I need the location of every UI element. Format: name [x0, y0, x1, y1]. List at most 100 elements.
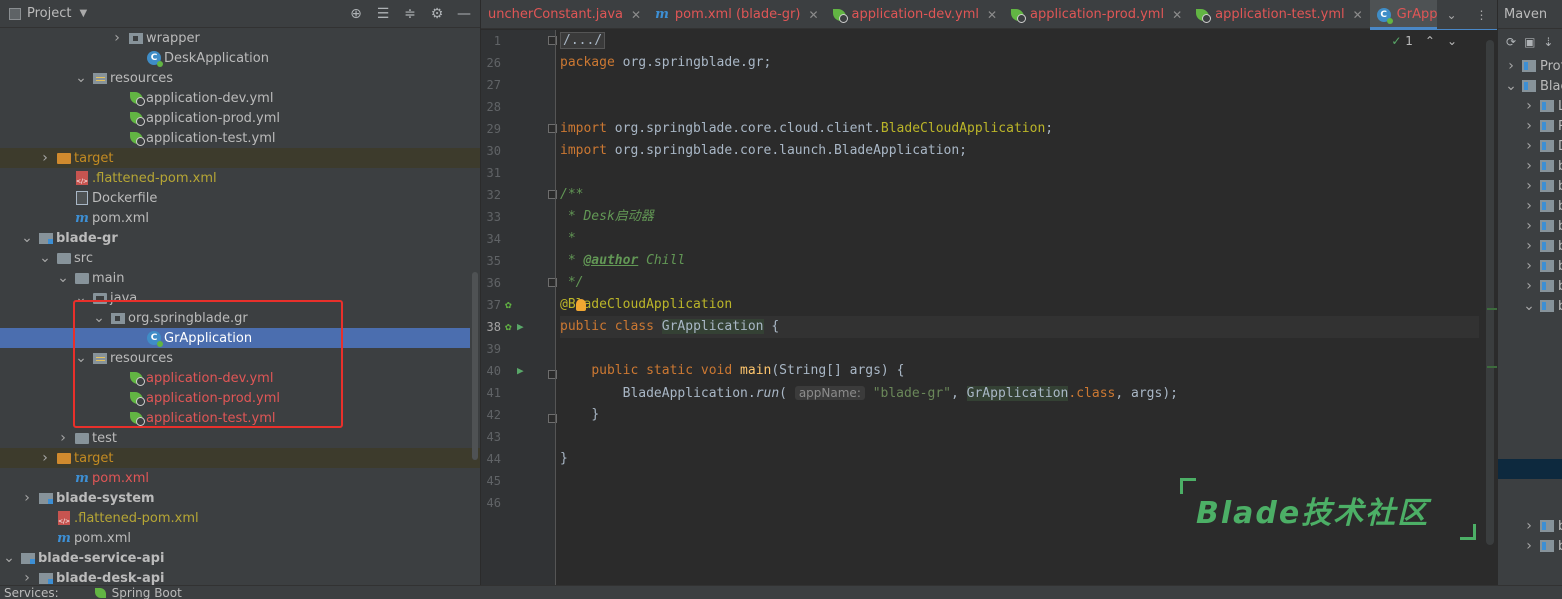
- chevron-down-icon[interactable]: ⌄: [1446, 8, 1456, 22]
- tree-item[interactable]: › blade-system: [0, 488, 470, 508]
- minimize-icon[interactable]: —: [456, 6, 472, 22]
- chevron-right-icon[interactable]: ›: [1522, 238, 1536, 254]
- tree-item[interactable]: m pom.xml: [0, 208, 470, 228]
- keyword: static: [646, 363, 694, 378]
- run-icon[interactable]: ▶: [517, 360, 524, 382]
- tree-scrollbar[interactable]: [472, 272, 478, 460]
- chevron-down-icon[interactable]: ⌄: [20, 230, 34, 246]
- tree-item[interactable]: Dockerfile: [0, 188, 470, 208]
- tree-item[interactable]: ⌄ blade-gr: [0, 228, 470, 248]
- maven-tree-item[interactable]: ›b: [1522, 156, 1562, 176]
- expand-all-icon[interactable]: ☰: [375, 6, 391, 22]
- chevron-right-icon[interactable]: ›: [56, 430, 70, 446]
- chevron-right-icon[interactable]: ›: [1504, 58, 1518, 74]
- tree-item-icon: [38, 490, 54, 506]
- download-icon[interactable]: ⇣: [1543, 35, 1553, 49]
- run-icon[interactable]: ▶: [517, 316, 524, 338]
- lightbulb-icon[interactable]: [576, 298, 587, 311]
- close-icon[interactable]: ✕: [1353, 8, 1363, 22]
- close-icon[interactable]: ✕: [808, 8, 818, 22]
- tabs-actions: ⌄ ⋮: [1437, 0, 1497, 29]
- chevron-down-icon[interactable]: ⌄: [1447, 34, 1457, 48]
- close-icon[interactable]: ✕: [1172, 8, 1182, 22]
- maven-tree-item[interactable]: ›b: [1522, 536, 1562, 556]
- chevron-right-icon[interactable]: ›: [1522, 118, 1536, 134]
- refresh-icon[interactable]: ⟳: [1506, 35, 1516, 49]
- editor-tab[interactable]: application-prod.yml ✕: [1004, 0, 1189, 29]
- spring-bean-icon[interactable]: ✿: [505, 294, 512, 316]
- tree-item[interactable]: › target: [0, 148, 480, 168]
- chevron-right-icon[interactable]: ›: [1522, 518, 1536, 534]
- editor-tab[interactable]: m pom.xml (blade-gr) ✕: [648, 0, 825, 29]
- tree-item[interactable]: application-dev.yml: [0, 88, 470, 108]
- chevron-right-icon[interactable]: ›: [110, 30, 124, 46]
- maven-tree-item[interactable]: ›b: [1522, 216, 1562, 236]
- maven-tree-item[interactable]: ›b: [1522, 176, 1562, 196]
- maven-tree-item[interactable]: ›b: [1522, 276, 1562, 296]
- chevron-right-icon[interactable]: ›: [1522, 198, 1536, 214]
- tree-item[interactable]: ⌄ src: [0, 248, 470, 268]
- editor-tab[interactable]: application-test.yml ✕: [1189, 0, 1370, 29]
- maven-tree-item[interactable]: ›b: [1522, 256, 1562, 276]
- chevron-right-icon[interactable]: ›: [1522, 538, 1536, 554]
- chevron-right-icon[interactable]: ›: [1522, 218, 1536, 234]
- tree-item[interactable]: › wrapper: [0, 28, 470, 48]
- maven-tree-item[interactable]: ›L: [1522, 96, 1562, 116]
- tree-item[interactable]: </> .flattened-pom.xml: [0, 168, 470, 188]
- chevron-down-icon[interactable]: ⌄: [1504, 78, 1518, 94]
- chevron-down-icon[interactable]: ⌄: [1522, 298, 1536, 314]
- tree-item[interactable]: C DeskApplication: [0, 48, 470, 68]
- maven-tree-item[interactable]: ›b: [1522, 516, 1562, 536]
- chevron-up-icon[interactable]: ⌃: [1425, 34, 1435, 48]
- chevron-right-icon[interactable]: ›: [20, 570, 34, 585]
- tree-item[interactable]: m pom.xml: [0, 528, 470, 548]
- tree-item[interactable]: </> .flattened-pom.xml: [0, 508, 470, 528]
- project-view-selector[interactable]: Project: [27, 6, 71, 21]
- chevron-down-icon[interactable]: ⌄: [2, 550, 16, 566]
- tree-item[interactable]: application-test.yml: [0, 128, 470, 148]
- gear-icon[interactable]: ⚙: [429, 6, 445, 22]
- chevron-right-icon[interactable]: ›: [1522, 138, 1536, 154]
- folded-region[interactable]: /.../: [560, 32, 606, 49]
- chevron-down-icon[interactable]: ⌄: [56, 270, 70, 286]
- close-icon[interactable]: ✕: [987, 8, 997, 22]
- editor-tab[interactable]: application-dev.yml ✕: [826, 0, 1005, 29]
- chevron-right-icon[interactable]: ›: [1522, 278, 1536, 294]
- tree-item-label: target: [74, 150, 114, 166]
- editor-scrollbar[interactable]: [1486, 40, 1494, 545]
- tree-item[interactable]: ⌄ main: [0, 268, 470, 288]
- maven-tree-item[interactable]: ›b: [1522, 196, 1562, 216]
- add-project-icon[interactable]: ▣: [1524, 35, 1535, 49]
- spring-bean-icon[interactable]: ✿: [505, 316, 512, 338]
- maven-tree-item[interactable]: ›D: [1522, 136, 1562, 156]
- more-icon[interactable]: ⋮: [1476, 8, 1488, 22]
- inspection-widget[interactable]: ✓ 1 ⌃ ⌄: [1391, 34, 1457, 48]
- chevron-down-icon[interactable]: ⌄: [38, 250, 52, 266]
- maven-tree-item[interactable]: ⌄ Blac: [1504, 76, 1562, 96]
- tree-item[interactable]: application-prod.yml: [0, 108, 470, 128]
- crosshair-icon[interactable]: ⊕: [348, 6, 364, 22]
- chevron-right-icon[interactable]: ›: [20, 490, 34, 506]
- chevron-right-icon[interactable]: ›: [38, 150, 52, 166]
- tree-item[interactable]: › test: [0, 428, 470, 448]
- tree-item[interactable]: › blade-desk-api: [0, 568, 470, 585]
- editor-tab[interactable]: uncherConstant.java ✕: [481, 0, 648, 29]
- tree-item[interactable]: ⌄ blade-service-api: [0, 548, 470, 568]
- chevron-right-icon[interactable]: ›: [38, 450, 52, 466]
- tree-item[interactable]: ⌄ resources: [0, 68, 470, 88]
- close-icon[interactable]: ✕: [631, 8, 641, 22]
- chevron-right-icon[interactable]: ›: [1522, 98, 1536, 114]
- chevron-right-icon[interactable]: ›: [1522, 158, 1536, 174]
- chevron-down-icon[interactable]: ▼: [79, 8, 87, 19]
- chevron-right-icon[interactable]: ›: [1522, 258, 1536, 274]
- maven-tree-item[interactable]: › Prof: [1504, 56, 1562, 76]
- tree-item[interactable]: m pom.xml: [0, 468, 470, 488]
- chevron-right-icon[interactable]: ›: [1522, 178, 1536, 194]
- collapse-all-icon[interactable]: ≑: [402, 6, 418, 22]
- maven-tree-item[interactable]: ⌄b: [1522, 296, 1562, 316]
- chevron-down-icon[interactable]: ⌄: [74, 70, 88, 86]
- maven-tree-item[interactable]: ›R: [1522, 116, 1562, 136]
- spring-boot-node[interactable]: Spring Boot: [112, 586, 182, 599]
- maven-tree-item[interactable]: ›b: [1522, 236, 1562, 256]
- tree-item[interactable]: › target: [0, 448, 480, 468]
